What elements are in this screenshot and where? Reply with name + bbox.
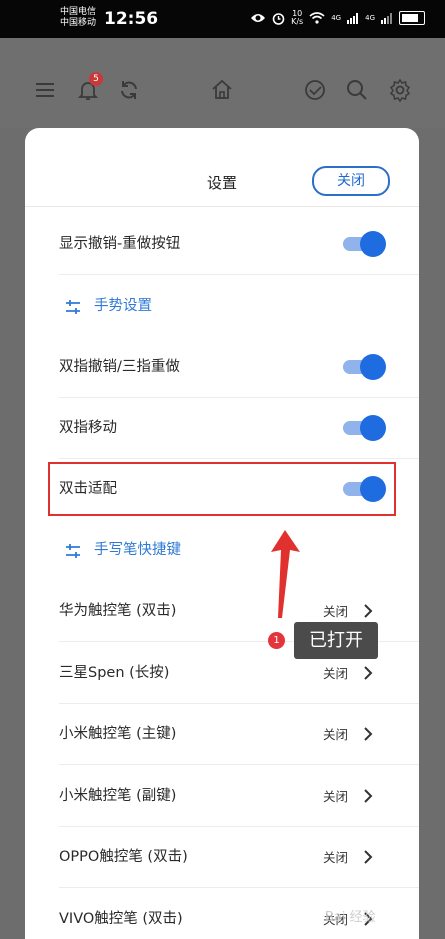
setting-label: 显示撤销-重做按钮 — [59, 236, 181, 252]
watermark: Bai 经验 — [325, 910, 376, 925]
chevron-right-icon — [364, 789, 373, 803]
two-finger-undo-toggle[interactable] — [343, 354, 386, 380]
search-icon[interactable] — [345, 78, 369, 102]
sliders-icon — [66, 300, 80, 314]
chevron-right-icon — [364, 604, 373, 618]
setting-label: 小米触控笔 (主键) — [59, 726, 177, 742]
setting-row-undo-redo[interactable]: 显示撤销-重做按钮 — [25, 214, 419, 275]
chevron-right-icon — [364, 727, 373, 741]
app-toolbar: 5 — [0, 38, 445, 128]
notification-badge: 5 — [89, 72, 103, 86]
battery-icon — [399, 11, 425, 25]
status-icons: 10 K/s 4G 4G — [250, 10, 425, 26]
alarm-icon — [272, 12, 285, 25]
setting-row-xiaomi-main[interactable]: 小米触控笔 (主键) 关闭 — [25, 704, 419, 765]
section-label: 手写笔快捷键 — [94, 542, 181, 558]
sheet-header: 设置 关闭 — [25, 128, 419, 207]
sync-icon[interactable] — [117, 78, 141, 102]
annotation-number: 1 — [268, 632, 285, 649]
highlight-box — [48, 462, 396, 516]
home-icon[interactable] — [210, 78, 234, 102]
signal-1-label: 4G — [331, 14, 342, 22]
signal-1-icon — [347, 12, 359, 24]
carrier-2: 中国移动 — [60, 18, 97, 28]
eye-icon — [251, 14, 266, 22]
carrier-info: 中国电信 中国移动 — [60, 7, 96, 29]
chevron-right-icon — [364, 666, 373, 680]
setting-label: OPPO触控笔 (双击) — [59, 849, 188, 865]
close-button[interactable]: 关闭 — [312, 166, 390, 196]
status-bar: 中国电信 中国移动 12:56 10 K/s 4G 4G — [0, 0, 445, 38]
gear-icon[interactable] — [388, 78, 412, 102]
setting-label: 三星Spen (长按) — [59, 665, 170, 681]
setting-row-xiaomi-sub[interactable]: 小米触控笔 (副键) 关闭 — [25, 766, 419, 827]
setting-label: 小米触控笔 (副键) — [59, 788, 177, 804]
wifi-icon — [309, 12, 325, 24]
setting-label: 双指移动 — [59, 420, 117, 436]
check-circle-icon[interactable] — [303, 78, 327, 102]
clock: 12:56 — [104, 9, 159, 29]
undo-redo-toggle[interactable] — [343, 231, 386, 257]
section-gesture-settings[interactable]: 手势设置 — [25, 276, 419, 337]
setting-value: 关闭 — [323, 789, 349, 804]
sliders-icon — [66, 544, 80, 558]
setting-value: 关闭 — [323, 850, 349, 865]
signal-2-icon — [381, 12, 392, 24]
arrow-up-icon — [271, 530, 300, 618]
signal-2-label: 4G — [365, 14, 375, 22]
setting-row-two-finger-move[interactable]: 双指移动 — [25, 398, 419, 459]
setting-row-oppo-pen[interactable]: OPPO触控笔 (双击) 关闭 — [25, 827, 419, 888]
settings-sheet: 设置 关闭 显示撤销-重做按钮 手势设置 双指撤销/三指重做 双指移动 双击适配… — [25, 128, 419, 939]
carrier-1: 中国电信 — [60, 7, 97, 17]
setting-label: VIVO触控笔 (双击) — [59, 911, 183, 927]
network-speed: 10 K/s — [291, 9, 304, 26]
setting-label: 华为触控笔 (双击) — [59, 603, 177, 619]
setting-label: 双指撤销/三指重做 — [59, 359, 180, 375]
annotation-tooltip: 已打开 — [294, 622, 378, 659]
two-finger-move-toggle[interactable] — [343, 415, 386, 441]
chevron-right-icon — [364, 850, 373, 864]
menu-icon[interactable] — [33, 78, 57, 102]
setting-value: 关闭 — [323, 727, 349, 742]
setting-row-two-finger-undo[interactable]: 双指撤销/三指重做 — [25, 337, 419, 398]
section-label: 手势设置 — [94, 298, 152, 314]
section-pen-shortcuts[interactable]: 手写笔快捷键 — [25, 520, 419, 581]
